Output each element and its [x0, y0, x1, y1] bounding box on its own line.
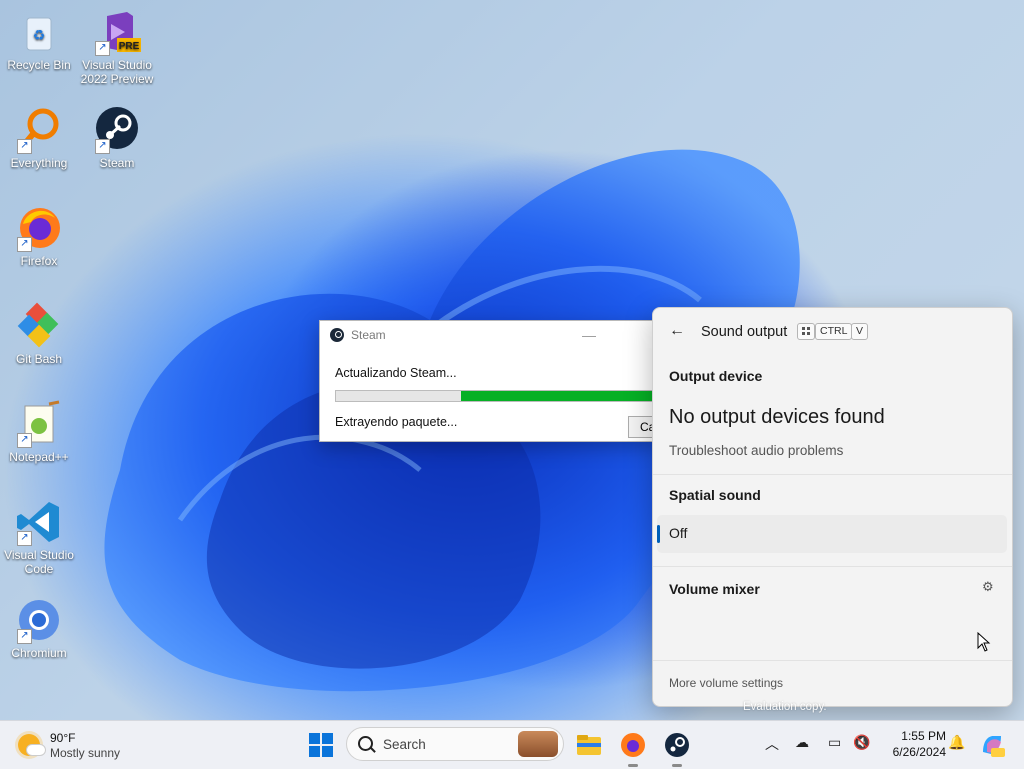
steam-update-window[interactable]: Steam — Actualizando Steam... Extrayendo…	[319, 320, 668, 442]
output-device-heading: Output device	[669, 368, 763, 384]
firefox-icon	[621, 733, 645, 757]
desktop-icon-label: Visual Studio 2022 Preview	[80, 58, 154, 86]
desktop-icon-visual-studio-preview[interactable]: PRE ↗ Visual Studio 2022 Preview	[78, 8, 156, 86]
desktop-icon-label: Recycle Bin	[7, 58, 71, 72]
desktop-icon-notepad-plus-plus[interactable]: ↗ Notepad++	[0, 400, 78, 464]
notification-bell-icon[interactable]: 🔔	[948, 734, 965, 751]
spatial-sound-option-label: Off	[669, 525, 688, 541]
git-bash-icon	[15, 302, 63, 350]
steam-window-title: Steam	[351, 328, 386, 342]
chevron-up-icon[interactable]: ︿	[765, 734, 779, 754]
running-indicator	[628, 764, 638, 767]
desktop-icon-label: Firefox	[20, 254, 58, 268]
desktop-icon-steam[interactable]: ↗ Steam	[78, 106, 156, 170]
mouse-cursor-icon	[977, 632, 991, 652]
copilot-icon	[983, 736, 1005, 757]
desktop-icon-label: Notepad++	[9, 450, 69, 464]
steam-progress-bar	[335, 390, 665, 402]
windows-key-icon	[797, 323, 815, 340]
sound-output-flyout[interactable]: ← Sound output CTRL V Output device No o…	[652, 307, 1013, 707]
recycle-bin-icon: ♻	[15, 8, 63, 56]
svg-text:♻: ♻	[33, 27, 46, 43]
back-arrow-icon[interactable]: ←	[669, 322, 685, 340]
running-indicator	[672, 764, 682, 767]
shortcut-arrow-icon: ↗	[17, 433, 32, 448]
firefox-icon: ↗	[15, 204, 63, 252]
spatial-sound-heading: Spatial sound	[669, 487, 761, 503]
minimize-icon[interactable]: —	[582, 327, 596, 343]
chromium-icon: ↗	[15, 596, 63, 644]
desktop-icon-git-bash[interactable]: Git Bash	[0, 302, 78, 366]
no-devices-message: No output devices found	[669, 406, 885, 428]
taskbar-search[interactable]: Search	[346, 727, 564, 761]
steam-icon	[665, 733, 689, 757]
steam-update-substatus: Extrayendo paquete...	[335, 415, 458, 429]
steam-update-status: Actualizando Steam...	[335, 366, 457, 380]
desktop-icon-label: Visual Studio Code	[4, 548, 74, 576]
copilot-button[interactable]	[979, 732, 1007, 760]
shortcut-arrow-icon: ↗	[95, 139, 110, 154]
svg-text:PRE: PRE	[119, 41, 140, 52]
v-key-badge: V	[851, 323, 869, 340]
evaluation-watermark: Evaluation copy.	[743, 701, 827, 713]
weather-temperature: 90°F	[50, 731, 76, 745]
steam-window-titlebar[interactable]: Steam —	[320, 321, 660, 349]
desktop-icon-firefox[interactable]: ↗ Firefox	[0, 204, 78, 268]
steam-taskbar-button[interactable]	[663, 731, 691, 767]
divider	[653, 474, 1012, 475]
file-explorer-taskbar-button[interactable]	[575, 731, 603, 759]
shortcut-arrow-icon: ↗	[17, 531, 32, 546]
clock-time: 1:55 PM	[901, 729, 946, 743]
desktop-icon-everything[interactable]: ↗ Everything	[0, 106, 78, 170]
desktop-icon-vscode[interactable]: ↗ Visual Studio Code	[0, 498, 78, 576]
spatial-sound-option-off[interactable]: Off	[657, 515, 1007, 553]
shortcut-arrow-icon: ↗	[17, 237, 32, 252]
volume-mixer-heading: Volume mixer	[669, 581, 760, 597]
everything-icon: ↗	[15, 106, 63, 154]
flyout-header: ← Sound output CTRL V	[653, 308, 1012, 356]
vscode-icon: ↗	[15, 498, 63, 546]
search-label: Search	[383, 737, 426, 752]
cloud-offline-icon[interactable]: ☁	[795, 734, 809, 751]
search-highlight-icon	[518, 731, 558, 757]
shortcut-arrow-icon: ↗	[17, 139, 32, 154]
notepad-plus-plus-icon: ↗	[15, 400, 63, 448]
desktop-icon-label: Git Bash	[15, 352, 63, 366]
divider	[653, 566, 1012, 567]
taskbar: 90°F Mostly sunny Search ︿ ☁ ▭ 🔇 1:55 PM…	[0, 720, 1024, 769]
divider	[653, 660, 1012, 661]
shortcut-arrow-icon: ↗	[17, 629, 32, 644]
clock-date: 6/26/2024	[892, 745, 946, 759]
steam-icon: ↗	[93, 106, 141, 154]
desktop-icon-label: Steam	[99, 156, 135, 170]
selected-indicator	[657, 525, 660, 543]
troubleshoot-link[interactable]: Troubleshoot audio problems	[669, 443, 843, 458]
cloud-icon	[26, 744, 46, 756]
steam-logo-icon	[330, 328, 344, 342]
gear-icon[interactable]: ⚙	[982, 579, 994, 595]
more-volume-settings-link[interactable]: More volume settings	[669, 676, 783, 690]
network-icon[interactable]: ▭	[828, 734, 841, 751]
taskbar-clock[interactable]: 1:55 PM 6/26/2024	[880, 728, 946, 760]
desktop-icon-chromium[interactable]: ↗ Chromium	[0, 596, 78, 660]
desktop-icon-label: Everything	[10, 156, 68, 170]
visual-studio-icon: PRE ↗	[93, 8, 141, 56]
speaker-muted-icon[interactable]: 🔇	[853, 734, 870, 751]
start-button[interactable]	[309, 733, 333, 757]
search-icon	[358, 736, 373, 751]
shortcut-arrow-icon: ↗	[95, 41, 110, 56]
flyout-title: Sound output	[701, 324, 788, 340]
steam-progress-fill	[460, 391, 664, 401]
ctrl-key-badge: CTRL	[815, 323, 853, 340]
weather-description: Mostly sunny	[50, 746, 121, 760]
firefox-taskbar-button[interactable]	[619, 731, 647, 767]
desktop-icon-label: Chromium	[11, 646, 67, 660]
folder-icon	[577, 735, 601, 755]
desktop-icon-recycle-bin[interactable]: ♻ Recycle Bin	[0, 8, 78, 72]
